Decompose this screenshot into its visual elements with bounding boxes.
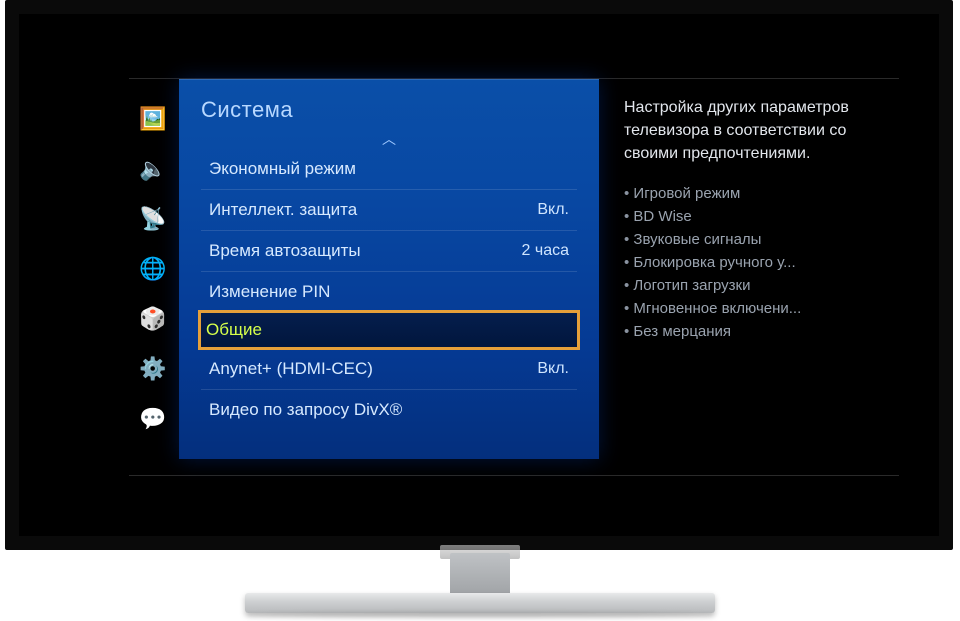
menu-item-label: Экономный режим: [209, 159, 356, 179]
menu-item-eco[interactable]: Экономный режим: [201, 149, 577, 189]
description-list: Игровой режим BD Wise Звуковые сигналы Б…: [624, 182, 899, 343]
menu-item-value: 2 часа: [522, 242, 569, 260]
menu-item-label: Время автозащиты: [209, 241, 361, 261]
description-panel: Настройка других параметров телевизора в…: [624, 96, 899, 343]
menu-item-value: Вкл.: [537, 201, 569, 219]
sound-icon[interactable]: 🔈: [138, 154, 168, 184]
picture-icon[interactable]: 🖼️: [138, 104, 168, 134]
support-icon[interactable]: 💬: [138, 404, 168, 434]
menu-list: Экономный режим Интеллект. защита Вкл. В…: [201, 149, 577, 430]
scroll-up-icon[interactable]: ︿: [201, 129, 577, 145]
description-bullet: Без мерцания: [624, 320, 899, 343]
description-text: Настройка других параметров телевизора в…: [624, 96, 899, 166]
description-bullet: Игровой режим: [624, 182, 899, 205]
apps-icon[interactable]: 🎲: [138, 304, 168, 334]
system-icon[interactable]: ⚙️: [138, 354, 168, 384]
tv-stand-neck: [450, 553, 510, 597]
description-bullet: Блокировка ручного у...: [624, 251, 899, 274]
smarthub-icon[interactable]: 🌐: [138, 254, 168, 284]
menu-item-smart-security[interactable]: Интеллект. защита Вкл.: [201, 189, 577, 230]
tv-stand-base: [245, 593, 715, 613]
tv-screen: 🖼️ 🔈 📡 🌐 🎲 ⚙️ 💬 Система ︿ Экономный режи…: [19, 14, 939, 536]
menu-item-label: Видео по запросу DivX®: [209, 400, 402, 420]
settings-panel: Система ︿ Экономный режим Интеллект. защ…: [179, 79, 599, 459]
menu-item-label: Anynet+ (HDMI-CEC): [209, 359, 373, 379]
description-bullet: BD Wise: [624, 205, 899, 228]
description-bullet: Логотип загрузки: [624, 274, 899, 297]
network-icon[interactable]: 📡: [138, 204, 168, 234]
settings-sidebar: 🖼️ 🔈 📡 🌐 🎲 ⚙️ 💬: [134, 104, 172, 434]
menu-item-anynet[interactable]: Anynet+ (HDMI-CEC) Вкл.: [201, 348, 577, 389]
menu-item-divx[interactable]: Видео по запросу DivX®: [201, 389, 577, 430]
description-bullet: Мгновенное включени...: [624, 297, 899, 320]
panel-title: Система: [201, 97, 577, 123]
menu-item-value: Вкл.: [537, 360, 569, 378]
menu-item-change-pin[interactable]: Изменение PIN: [201, 271, 577, 312]
tv-frame: 🖼️ 🔈 📡 🌐 🎲 ⚙️ 💬 Система ︿ Экономный режи…: [5, 0, 953, 550]
menu-item-label: Изменение PIN: [209, 282, 330, 302]
menu-item-general[interactable]: Общие: [198, 310, 580, 350]
menu-item-label: Интеллект. защита: [209, 200, 357, 220]
description-bullet: Звуковые сигналы: [624, 228, 899, 251]
menu-item-auto-protect-time[interactable]: Время автозащиты 2 часа: [201, 230, 577, 271]
menu-item-label: Общие: [206, 320, 262, 340]
